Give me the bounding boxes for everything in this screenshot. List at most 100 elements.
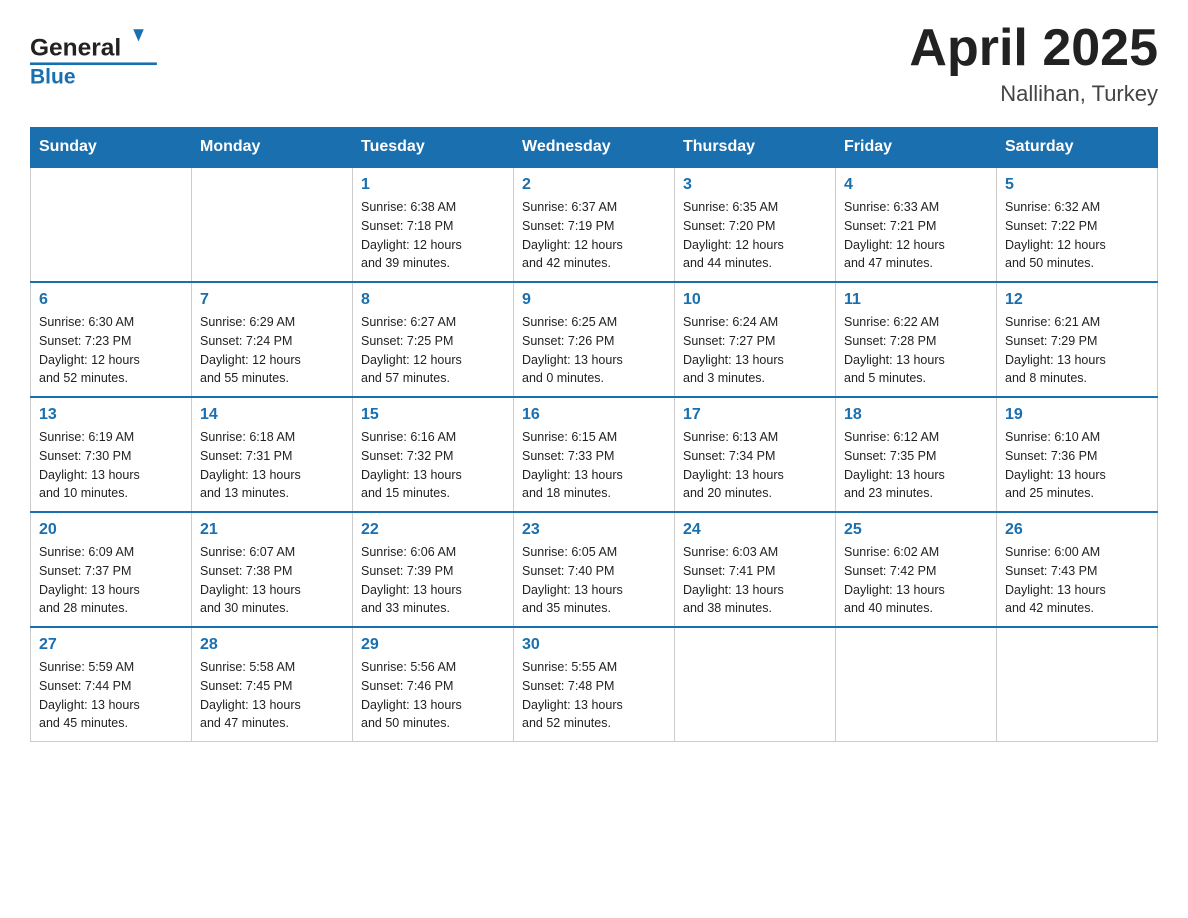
weekday-header-row: Sunday Monday Tuesday Wednesday Thursday…	[31, 128, 1158, 168]
title-block: April 2025 Nallihan, Turkey	[909, 20, 1158, 107]
header-saturday: Saturday	[997, 128, 1158, 168]
day-number: 6	[39, 291, 183, 309]
calendar-cell: 28 Sunrise: 5:58 AMSunset: 7:45 PMDayligh…	[192, 627, 353, 742]
day-number: 10	[683, 291, 827, 309]
week-row-4: 20 Sunrise: 6:09 AMSunset: 7:37 PMDayligh…	[31, 512, 1158, 627]
day-number: 8	[361, 291, 505, 309]
week-row-3: 13 Sunrise: 6:19 AMSunset: 7:30 PMDayligh…	[31, 397, 1158, 512]
day-info: Sunrise: 6:29 AMSunset: 7:24 PMDaylight:…	[200, 313, 344, 388]
calendar-cell: 20 Sunrise: 6:09 AMSunset: 7:37 PMDayligh…	[31, 512, 192, 627]
day-info: Sunrise: 6:22 AMSunset: 7:28 PMDaylight:…	[844, 313, 988, 388]
calendar-cell: 26Sunrise: 6:00 AMSunset: 7:43 PMDayligh…	[997, 512, 1158, 627]
calendar-cell: 8 Sunrise: 6:27 AMSunset: 7:25 PMDaylight…	[353, 282, 514, 397]
day-info: Sunrise: 6:10 AMSunset: 7:36 PMDaylight:…	[1005, 428, 1149, 503]
calendar-cell: 23Sunrise: 6:05 AMSunset: 7:40 PMDayligh…	[514, 512, 675, 627]
day-info: Sunrise: 5:59 AMSunset: 7:44 PMDaylight:…	[39, 658, 183, 733]
page-header: General Blue April 2025 Nallihan, Turkey	[30, 20, 1158, 107]
day-info: Sunrise: 6:09 AMSunset: 7:37 PMDaylight:…	[39, 543, 183, 618]
day-info: Sunrise: 6:25 AMSunset: 7:26 PMDaylight:…	[522, 313, 666, 388]
day-info: Sunrise: 6:30 AMSunset: 7:23 PMDaylight:…	[39, 313, 183, 388]
day-info: Sunrise: 6:18 AMSunset: 7:31 PMDaylight:…	[200, 428, 344, 503]
day-info: Sunrise: 5:58 AMSunset: 7:45 PMDaylight:…	[200, 658, 344, 733]
day-info: Sunrise: 5:56 AMSunset: 7:46 PMDaylight:…	[361, 658, 505, 733]
calendar-subtitle: Nallihan, Turkey	[909, 81, 1158, 107]
calendar-cell: 29 Sunrise: 5:56 AMSunset: 7:46 PMDayligh…	[353, 627, 514, 742]
calendar-cell: 27 Sunrise: 5:59 AMSunset: 7:44 PMDayligh…	[31, 627, 192, 742]
day-number: 27	[39, 636, 183, 654]
day-info: Sunrise: 6:02 AMSunset: 7:42 PMDaylight:…	[844, 543, 988, 618]
day-info: Sunrise: 6:15 AMSunset: 7:33 PMDaylight:…	[522, 428, 666, 503]
day-number: 15	[361, 406, 505, 424]
day-number: 12	[1005, 291, 1149, 309]
calendar-cell: 25 Sunrise: 6:02 AMSunset: 7:42 PMDayligh…	[836, 512, 997, 627]
day-number: 16	[522, 406, 666, 424]
day-number: 13	[39, 406, 183, 424]
day-info: Sunrise: 6:21 AMSunset: 7:29 PMDaylight:…	[1005, 313, 1149, 388]
day-info: Sunrise: 6:12 AMSunset: 7:35 PMDaylight:…	[844, 428, 988, 503]
day-number: 24	[683, 521, 827, 539]
week-row-2: 6 Sunrise: 6:30 AMSunset: 7:23 PMDaylight…	[31, 282, 1158, 397]
calendar-cell: 14 Sunrise: 6:18 AMSunset: 7:31 PMDayligh…	[192, 397, 353, 512]
calendar-cell	[192, 167, 353, 282]
day-info: Sunrise: 5:55 AMSunset: 7:48 PMDaylight:…	[522, 658, 666, 733]
day-number: 9	[522, 291, 666, 309]
day-info: Sunrise: 6:16 AMSunset: 7:32 PMDaylight:…	[361, 428, 505, 503]
day-number: 3	[683, 176, 827, 194]
calendar-table: Sunday Monday Tuesday Wednesday Thursday…	[30, 127, 1158, 742]
calendar-cell: 24 Sunrise: 6:03 AMSunset: 7:41 PMDayligh…	[675, 512, 836, 627]
day-number: 7	[200, 291, 344, 309]
day-number: 17	[683, 406, 827, 424]
week-row-5: 27 Sunrise: 5:59 AMSunset: 7:44 PMDayligh…	[31, 627, 1158, 742]
calendar-cell: 9 Sunrise: 6:25 AMSunset: 7:26 PMDaylight…	[514, 282, 675, 397]
day-number: 25	[844, 521, 988, 539]
day-number: 22	[361, 521, 505, 539]
day-number: 21	[200, 521, 344, 539]
calendar-cell: 12 Sunrise: 6:21 AMSunset: 7:29 PMDayligh…	[997, 282, 1158, 397]
day-number: 5	[1005, 176, 1149, 194]
logo: General Blue	[30, 20, 170, 90]
day-number: 4	[844, 176, 988, 194]
calendar-cell: 6 Sunrise: 6:30 AMSunset: 7:23 PMDaylight…	[31, 282, 192, 397]
day-number: 26	[1005, 521, 1149, 539]
calendar-cell: 4 Sunrise: 6:33 AMSunset: 7:21 PMDaylight…	[836, 167, 997, 282]
day-info: Sunrise: 6:32 AMSunset: 7:22 PMDaylight:…	[1005, 198, 1149, 273]
day-number: 19	[1005, 406, 1149, 424]
calendar-cell: 3 Sunrise: 6:35 AMSunset: 7:20 PMDaylight…	[675, 167, 836, 282]
day-info: Sunrise: 6:24 AMSunset: 7:27 PMDaylight:…	[683, 313, 827, 388]
day-info: Sunrise: 6:07 AMSunset: 7:38 PMDaylight:…	[200, 543, 344, 618]
header-monday: Monday	[192, 128, 353, 168]
day-info: Sunrise: 6:19 AMSunset: 7:30 PMDaylight:…	[39, 428, 183, 503]
calendar-cell: 22 Sunrise: 6:06 AMSunset: 7:39 PMDayligh…	[353, 512, 514, 627]
day-number: 11	[844, 291, 988, 309]
calendar-cell: 17 Sunrise: 6:13 AMSunset: 7:34 PMDayligh…	[675, 397, 836, 512]
calendar-cell: 1 Sunrise: 6:38 AMSunset: 7:18 PMDaylight…	[353, 167, 514, 282]
calendar-cell: 7 Sunrise: 6:29 AMSunset: 7:24 PMDaylight…	[192, 282, 353, 397]
calendar-cell: 16 Sunrise: 6:15 AMSunset: 7:33 PMDayligh…	[514, 397, 675, 512]
day-info: Sunrise: 6:33 AMSunset: 7:21 PMDaylight:…	[844, 198, 988, 273]
calendar-cell: 18 Sunrise: 6:12 AMSunset: 7:35 PMDayligh…	[836, 397, 997, 512]
week-row-1: 1 Sunrise: 6:38 AMSunset: 7:18 PMDaylight…	[31, 167, 1158, 282]
day-info: Sunrise: 6:27 AMSunset: 7:25 PMDaylight:…	[361, 313, 505, 388]
day-info: Sunrise: 6:35 AMSunset: 7:20 PMDaylight:…	[683, 198, 827, 273]
day-number: 29	[361, 636, 505, 654]
day-number: 28	[200, 636, 344, 654]
day-info: Sunrise: 6:13 AMSunset: 7:34 PMDaylight:…	[683, 428, 827, 503]
day-number: 14	[200, 406, 344, 424]
calendar-cell: 19 Sunrise: 6:10 AMSunset: 7:36 PMDayligh…	[997, 397, 1158, 512]
header-wednesday: Wednesday	[514, 128, 675, 168]
day-number: 1	[361, 176, 505, 194]
day-info: Sunrise: 6:06 AMSunset: 7:39 PMDaylight:…	[361, 543, 505, 618]
day-number: 18	[844, 406, 988, 424]
calendar-title: April 2025	[909, 20, 1158, 77]
day-info: Sunrise: 6:03 AMSunset: 7:41 PMDaylight:…	[683, 543, 827, 618]
header-tuesday: Tuesday	[353, 128, 514, 168]
calendar-cell	[836, 627, 997, 742]
calendar-cell: 5 Sunrise: 6:32 AMSunset: 7:22 PMDaylight…	[997, 167, 1158, 282]
calendar-cell	[675, 627, 836, 742]
calendar-cell: 10 Sunrise: 6:24 AMSunset: 7:27 PMDayligh…	[675, 282, 836, 397]
header-thursday: Thursday	[675, 128, 836, 168]
svg-text:Blue: Blue	[30, 65, 76, 88]
day-number: 30	[522, 636, 666, 654]
day-info: Sunrise: 6:38 AMSunset: 7:18 PMDaylight:…	[361, 198, 505, 273]
day-number: 20	[39, 521, 183, 539]
